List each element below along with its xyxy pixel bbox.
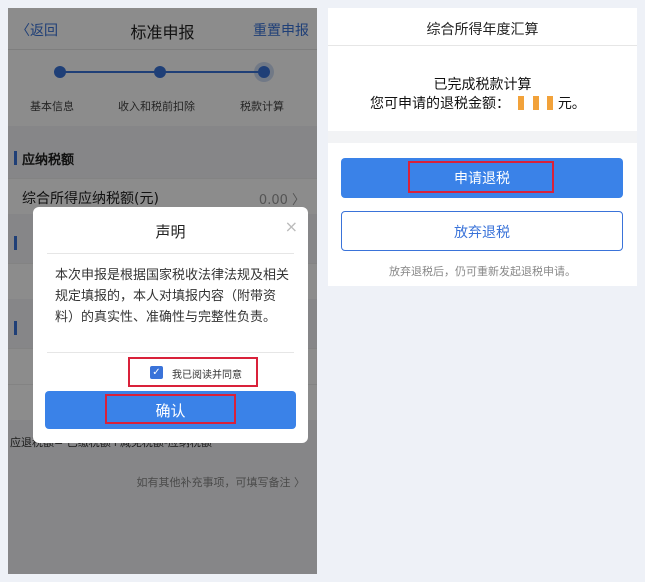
agree-checkbox-row[interactable]: ✓ 我已阅读并同意: [128, 357, 258, 387]
refund-amount-row: 您可申请的退税金额： 元。: [370, 93, 586, 113]
give-up-refund-button[interactable]: 放弃退税: [341, 211, 623, 251]
declaration-dialog: 声明 × 本次申报是根据国家税收法律法规及相关规定填报的，本人对填报内容（附带资…: [33, 207, 308, 443]
left-phone-screen: 〈返回 标准申报 重置申报 基本信息 收入和税前扣除 税款计算 应纳税额 综合所…: [8, 8, 317, 574]
confirm-label: 确认: [155, 402, 186, 420]
refund-result-panel: 综合所得年度汇算 已完成税款计算 您可申请的退税金额： 元。 申请退税 放弃退税…: [328, 8, 637, 286]
confirm-button[interactable]: 确认: [45, 391, 296, 429]
divider: [47, 352, 294, 353]
declaration-text: 本次申报是根据国家税收法律法规及相关规定填报的，本人对填报内容（附带资料）的真实…: [55, 268, 290, 325]
panel-title: 综合所得年度汇算: [328, 8, 637, 46]
currency-suffix: 元。: [557, 96, 586, 112]
apply-refund-label: 申请退税: [454, 171, 510, 187]
dialog-title: 声明: [155, 223, 186, 241]
divider: [47, 253, 294, 254]
redacted-digit: [518, 96, 525, 110]
redacted-digit: [532, 96, 539, 110]
agree-label: 我已阅读并同意: [172, 370, 242, 381]
give-up-refund-label: 放弃退税: [454, 225, 510, 241]
divider: [328, 131, 637, 143]
apply-refund-button[interactable]: 申请退税: [341, 158, 623, 198]
close-icon[interactable]: ×: [285, 217, 298, 236]
refund-amount-label: 您可申请的退税金额：: [370, 96, 510, 112]
redacted-digit: [547, 96, 554, 110]
give-up-hint: 放弃退税后，仍可重新发起退税申请。: [389, 265, 576, 278]
calculation-complete-text: 已完成税款计算: [433, 77, 532, 93]
checkbox-checked-icon[interactable]: ✓: [150, 366, 163, 379]
